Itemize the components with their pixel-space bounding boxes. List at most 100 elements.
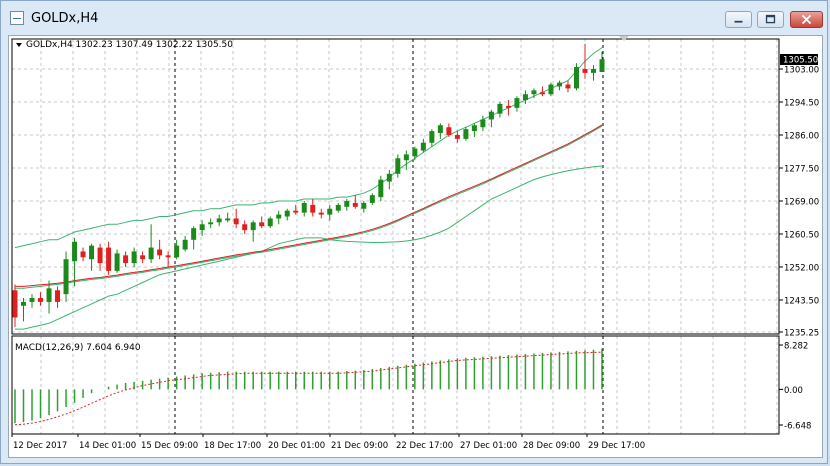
symbol-menu-icon[interactable] (16, 43, 22, 47)
candle (437, 123, 443, 139)
candle-body (225, 218, 231, 221)
candle (63, 251, 69, 302)
candle (395, 154, 401, 178)
candle (208, 218, 214, 229)
candle-body (565, 84, 571, 89)
candle (582, 43, 588, 79)
candle (182, 235, 188, 252)
candle-body (63, 259, 69, 295)
maximize-button[interactable] (757, 11, 784, 28)
candle-body (106, 247, 112, 271)
candle-body (157, 249, 163, 256)
candle (174, 239, 180, 260)
candle (301, 200, 307, 217)
candle (267, 216, 273, 229)
candle-body (471, 125, 477, 132)
candle (225, 212, 231, 223)
chart-area[interactable]: 1303.00 1294.50 1286.00 1277.50 1269.00 1260.… (8, 35, 823, 458)
candle (488, 109, 494, 128)
candle-body (199, 224, 205, 231)
candle-body (12, 290, 18, 318)
candle (420, 138, 426, 153)
candle (310, 199, 316, 217)
candle (403, 150, 409, 170)
time-tick-label: 14 Dec 01:00 (79, 441, 136, 451)
candle (38, 292, 44, 306)
time-tick-label: 29 Dec 17:00 (588, 441, 645, 451)
candle (378, 175, 384, 201)
candle-body (463, 129, 469, 139)
candle-body (556, 82, 562, 87)
candle-body (38, 298, 44, 302)
candle (165, 251, 171, 267)
price-tick-label: 1294.50 (784, 98, 819, 108)
candle-body (531, 90, 537, 95)
candle-body (29, 298, 35, 302)
window-titlebar[interactable]: GOLDx,H4 (1, 1, 827, 35)
candle-body (378, 179, 384, 198)
bollinger-upper-line (14, 47, 603, 249)
candle-body (293, 210, 299, 213)
candle-body (310, 204, 316, 213)
chart-grid (12, 39, 779, 434)
window-title: GOLDx,H4 (31, 11, 99, 26)
candle (548, 82, 554, 97)
candle-body (284, 210, 290, 217)
candle-body (599, 59, 605, 72)
price-tag-label: 1305.50 (783, 56, 818, 66)
candles (12, 43, 605, 328)
macd-tick-label: -6.648 (784, 422, 811, 432)
time-tick-label: 22 Dec 17:00 (396, 441, 453, 451)
price-tick-label: 1303.00 (784, 66, 819, 76)
candle-body (361, 202, 367, 209)
candle (361, 200, 367, 213)
candle-body (72, 241, 78, 262)
current-price-tag: 1305.50 (780, 54, 818, 66)
candle-body (505, 105, 511, 108)
candle (114, 249, 120, 273)
chart-canvas[interactable]: 1303.00 1294.50 1286.00 1277.50 1269.00 1260.… (9, 36, 822, 457)
candle (55, 286, 61, 308)
candle (565, 80, 571, 93)
candle-body (233, 218, 239, 225)
candle-body (429, 131, 435, 143)
candle-body (80, 251, 86, 258)
macd-panel (14, 348, 603, 426)
price-tick-label: 1243.50 (784, 296, 819, 306)
candle (12, 284, 18, 328)
price-tick-label: 1286.00 (784, 131, 819, 141)
chart-header-text: GOLDx,H4 1302.23 1307.49 1302.22 1305.50 (26, 40, 233, 50)
candle-body (522, 94, 528, 101)
macd-header-text: MACD(12,26,9) 7.604 6.940 (15, 343, 141, 353)
macd-tick-label: 0.00 (784, 386, 803, 396)
chart-window: GOLDx,H4 1303.00 1294.50 1286.00 1277.50 126… (0, 0, 828, 464)
candle-body (514, 98, 520, 108)
indicator-lines (14, 47, 603, 330)
candle (352, 195, 358, 209)
minimize-button[interactable] (725, 11, 752, 28)
candle-body (191, 228, 197, 240)
candle (242, 220, 248, 234)
chart-window-icon (10, 11, 24, 25)
candle (216, 214, 222, 227)
candle-body (123, 255, 129, 264)
candle (29, 294, 35, 308)
candle-body (301, 202, 307, 213)
candle-body (259, 222, 265, 227)
candle (148, 224, 154, 264)
candle (573, 63, 579, 91)
candle-body (352, 202, 358, 207)
candle (497, 101, 503, 118)
time-tick-label: 28 Dec 09:00 (523, 441, 580, 451)
candle-body (140, 255, 146, 260)
close-button[interactable] (790, 11, 823, 28)
candle-body (446, 127, 452, 135)
candle (599, 51, 605, 73)
chart-frame (11, 38, 780, 435)
macd-tick-label: 8.282 (784, 342, 808, 352)
price-tick-label: 1235.25 (784, 329, 819, 339)
chart-header[interactable]: GOLDx,H4 1302.23 1307.49 1302.22 1305.50 (16, 40, 233, 50)
candle (454, 131, 460, 143)
candle (327, 204, 333, 221)
candle-body (412, 148, 418, 157)
